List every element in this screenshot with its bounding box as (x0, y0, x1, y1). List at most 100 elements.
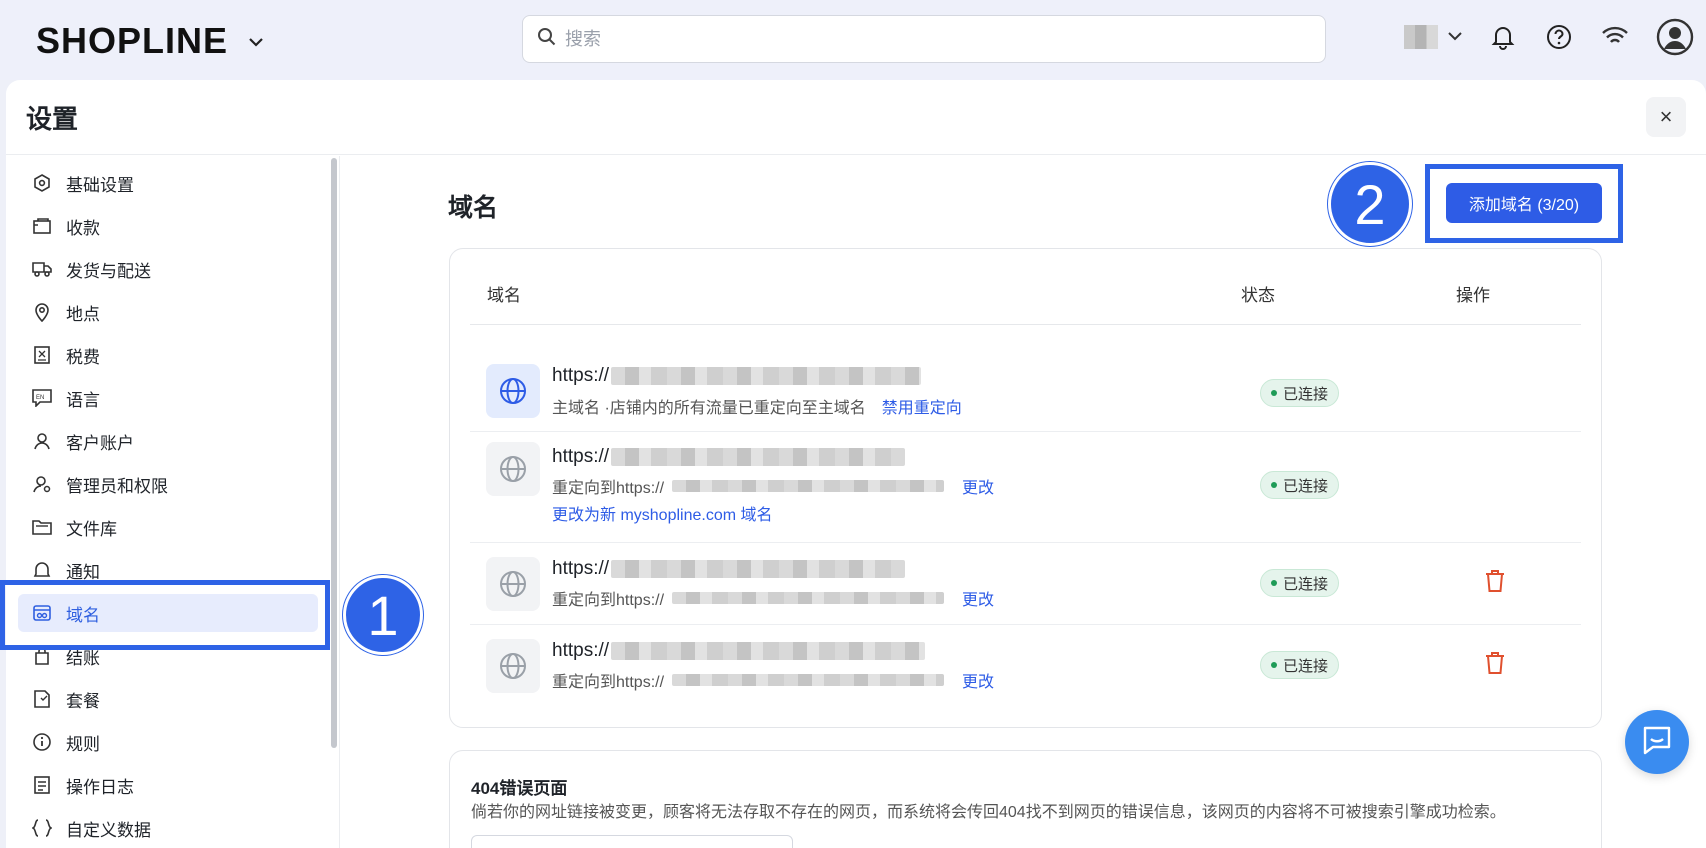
sidebar-item-activity-log[interactable]: 操作日志 (18, 766, 318, 804)
sidebar-scrollbar[interactable] (331, 158, 337, 748)
panel-title: 设置 (26, 103, 79, 134)
bell-icon (32, 560, 52, 580)
table-row: https:// 重定向到https:// 更改 已连接 (470, 543, 1581, 625)
status-badge: 已连接 (1260, 379, 1340, 407)
chevron-down-icon (248, 31, 264, 52)
svg-text:EN: EN (36, 395, 44, 401)
plan-icon (32, 689, 52, 709)
domain-sub-text: 重定向到https:// 更改 (552, 668, 994, 692)
sidebar-item-taxes[interactable]: 税费 (18, 336, 318, 374)
brand-logo: SHOPLINE (36, 20, 229, 61)
settings-sidebar: 基础设置 收款 发货与配送 地点 税费 EN 语言 客户账户 管理员和权限 文件… (6, 156, 340, 848)
sidebar-item-label: 发货与配送 (66, 261, 151, 281)
table-row: https:// 重定向到https:// 更改 已连接 (470, 625, 1581, 707)
sidebar-item-custom-data[interactable]: 自定义数据 (18, 809, 318, 847)
info-icon (32, 732, 52, 752)
domain-url: https:// (552, 640, 926, 662)
language-icon: EN (32, 388, 52, 408)
column-header-domain: 域名 (487, 286, 521, 305)
sidebar-item-label: 规则 (66, 734, 100, 754)
change-redirect-link[interactable]: 更改 (962, 668, 994, 692)
user-avatar-icon[interactable] (1656, 18, 1694, 56)
sidebar-item-shipping[interactable]: 发货与配送 (18, 250, 318, 288)
help-icon[interactable] (1544, 22, 1574, 52)
sidebar-item-label: 操作日志 (66, 777, 134, 797)
column-header-action: 操作 (1456, 286, 1490, 305)
error-page-select[interactable] (471, 835, 793, 848)
error-page-title: 404错误页面 (471, 779, 568, 798)
domain-url: https:// (552, 558, 906, 580)
globe-icon (486, 364, 540, 418)
sidebar-item-label: 语言 (66, 390, 100, 410)
column-header-status: 状态 (1241, 286, 1275, 305)
custom-data-icon (32, 818, 52, 838)
search-bar[interactable] (522, 15, 1326, 63)
tax-receipt-icon (32, 345, 52, 365)
table-row: https:// 重定向到https:// 更改 更改为新 myshopline… (470, 432, 1581, 543)
hexagon-settings-icon (32, 173, 52, 193)
sidebar-item-admins-permissions[interactable]: 管理员和权限 (18, 465, 318, 503)
sidebar-item-languages[interactable]: EN 语言 (18, 379, 318, 417)
folder-icon (32, 517, 52, 537)
store-switcher[interactable]: SHOPLINE (36, 20, 264, 62)
error-page-card: 404错误页面 倘若你的网址链接被变更，顾客将无法存取不存在的网页，而系统将会传… (449, 750, 1602, 848)
domain-url: https:// (552, 446, 906, 468)
sidebar-item-label: 自定义数据 (66, 820, 151, 840)
account-switcher[interactable] (1404, 25, 1462, 49)
close-icon: × (1659, 104, 1673, 129)
domain-sub-text: 重定向到https:// 更改 (552, 586, 994, 610)
admin-user-icon (32, 474, 52, 494)
sidebar-item-files[interactable]: 文件库 (18, 508, 318, 546)
domain-sub-text: 主域名 ·店铺内的所有流量已重定向至主域名 禁用重定向 (552, 394, 962, 418)
bell-icon[interactable] (1488, 22, 1518, 52)
search-input[interactable] (565, 28, 1265, 50)
sidebar-item-customer-accounts[interactable]: 客户账户 (18, 422, 318, 460)
sidebar-item-label: 基础设置 (66, 175, 134, 195)
wallet-icon (32, 216, 52, 236)
close-button[interactable]: × (1646, 97, 1686, 137)
domain-sub-text: 重定向到https:// 更改 (552, 474, 994, 498)
trash-icon[interactable] (1482, 650, 1508, 676)
sidebar-item-basic-settings[interactable]: 基础设置 (18, 164, 318, 202)
sidebar-item-label: 通知 (66, 562, 100, 582)
location-pin-icon (32, 302, 52, 322)
sidebar-item-locations[interactable]: 地点 (18, 293, 318, 331)
trash-icon[interactable] (1482, 568, 1508, 594)
status-badge: 已连接 (1260, 651, 1340, 679)
sidebar-item-label: 客户账户 (66, 433, 134, 453)
error-page-description: 倘若你的网址链接被变更，顾客将无法存取不存在的网页，而系统将会传回404找不到网… (471, 804, 1506, 821)
sidebar-item-label: 套餐 (66, 691, 100, 711)
sidebar-item-label: 税费 (66, 347, 100, 367)
globe-icon (486, 557, 540, 611)
domains-table: 域名 状态 操作 https:// 主域名 ·店铺内的所有流量已重定向至主域名 … (449, 248, 1602, 728)
change-redirect-link[interactable]: 更改 (962, 474, 994, 498)
change-to-myshopline-link[interactable]: 更改为新 myshopline.com 域名 (552, 501, 773, 525)
search-icon (537, 27, 557, 52)
disable-redirect-link[interactable]: 禁用重定向 (882, 394, 962, 418)
store-avatar (1404, 25, 1438, 49)
status-badge: 已连接 (1260, 569, 1340, 597)
chat-icon (1641, 725, 1673, 760)
globe-icon (486, 639, 540, 693)
annotation-highlight-domains (0, 580, 330, 650)
table-row: https:// 主域名 ·店铺内的所有流量已重定向至主域名 禁用重定向 已连接 (470, 325, 1581, 432)
sidebar-item-payments[interactable]: 收款 (18, 207, 318, 245)
chat-support-button[interactable] (1625, 710, 1689, 774)
sidebar-item-rules[interactable]: 规则 (18, 723, 318, 761)
change-redirect-link[interactable]: 更改 (962, 586, 994, 610)
sidebar-item-label: 管理员和权限 (66, 476, 168, 496)
sidebar-item-label: 收款 (66, 218, 100, 238)
status-badge: 已连接 (1260, 471, 1340, 499)
log-icon (32, 775, 52, 795)
annotation-badge-2: 2 (1328, 162, 1412, 246)
annotation-badge-1: 1 (343, 575, 423, 655)
sidebar-item-plans[interactable]: 套餐 (18, 680, 318, 718)
domain-url: https:// (552, 365, 922, 387)
user-icon (32, 431, 52, 451)
chevron-down-icon (1448, 28, 1462, 46)
top-bar: SHOPLINE (0, 0, 1706, 80)
add-domain-button[interactable]: 添加域名 (3/20) (1446, 183, 1602, 223)
sidebar-item-label: 文件库 (66, 519, 117, 539)
wifi-icon[interactable] (1600, 22, 1630, 52)
truck-icon (32, 259, 52, 279)
